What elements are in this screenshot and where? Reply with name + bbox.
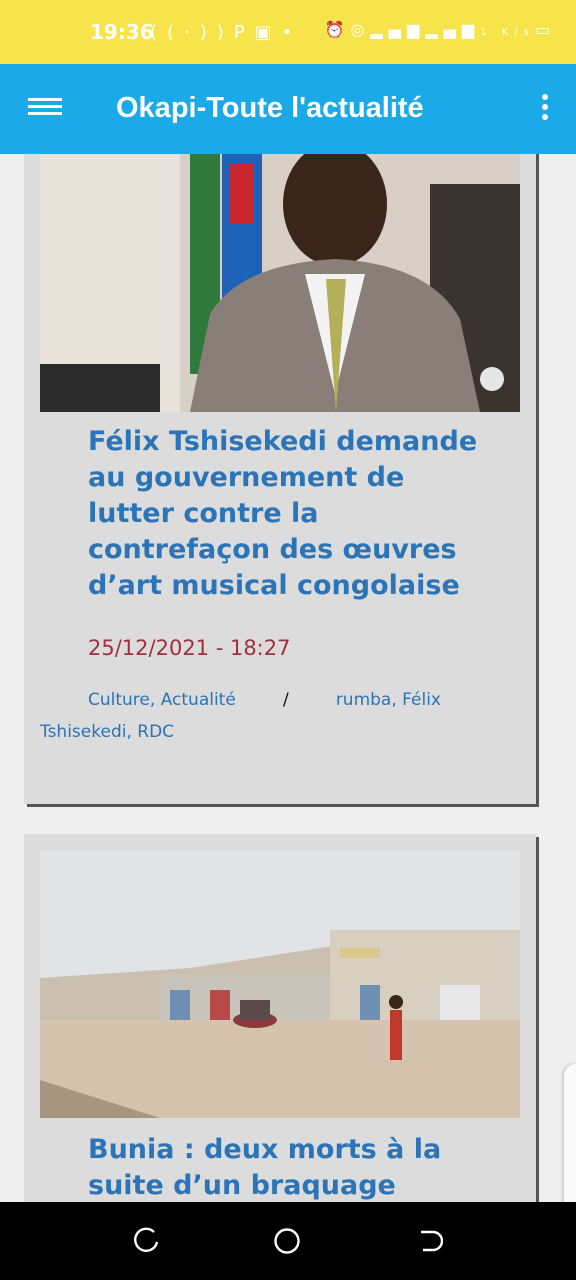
article-headline[interactable]: Félix Tshisekedi demande au gouvernement… [88, 424, 488, 604]
news-feed[interactable]: Félix Tshisekedi demande au gouvernement… [0, 154, 576, 1202]
article-card[interactable]: Félix Tshisekedi demande au gouvernement… [24, 154, 536, 804]
article-photo-president [40, 154, 520, 412]
tag-link[interactable]: rumba [336, 690, 392, 710]
home-icon[interactable] [272, 1226, 302, 1256]
hotspot-icon: ◎ [350, 20, 371, 39]
alarm-icon: ⏰ [324, 20, 351, 39]
data-speed-icon: 1 K/s [480, 27, 535, 38]
article-image[interactable] [40, 850, 520, 1118]
signal-icon: ▂▄▆ [425, 20, 481, 39]
tag-link[interactable]: RDC [137, 722, 174, 742]
dot-icon: • [281, 22, 303, 43]
system-nav-bar [0, 1202, 576, 1280]
battery-icon: ▭ [534, 20, 556, 39]
scroll-edge-handle[interactable] [564, 1064, 576, 1202]
category-link[interactable]: Actualité [161, 690, 236, 710]
status-right-icons: ⏰◎▂▄▆▂▄▆1 K/s▭ [324, 20, 556, 39]
article-photo-street [40, 850, 520, 1118]
4g-signal-icon: ▂▄▆ [370, 20, 426, 39]
article-meta: Culture, Actualité / rumba, Félix Tshiseke… [40, 684, 480, 748]
category-link[interactable]: Culture [88, 690, 150, 710]
status-bar: 19:36 ((·))P▣• ⏰◎▂▄▆▂▄▆1 K/s▭ [0, 0, 576, 64]
signal-wave-icon: ((·)) [150, 22, 234, 43]
article-card[interactable]: Bunia : deux morts à la suite d’un braqu… [24, 834, 536, 1202]
back-icon[interactable] [413, 1226, 443, 1256]
article-headline[interactable]: Bunia : deux morts à la suite d’un braqu… [88, 1132, 488, 1202]
more-vert-icon[interactable] [538, 94, 552, 126]
status-left-icons: ((·))P▣• [150, 22, 302, 43]
hamburger-menu-icon[interactable] [28, 94, 62, 124]
article-image[interactable] [40, 154, 520, 412]
app-icon: ▣ [254, 22, 282, 43]
recents-icon[interactable] [132, 1226, 162, 1256]
status-time: 19:36 [90, 20, 154, 44]
meta-separator: / [282, 690, 289, 710]
article-date: 25/12/2021 - 18:27 [88, 636, 291, 660]
app-bar: Okapi-Toute l'actualité [0, 64, 576, 154]
parking-icon: P [233, 22, 255, 43]
app-title: Okapi-Toute l'actualité [116, 92, 424, 124]
